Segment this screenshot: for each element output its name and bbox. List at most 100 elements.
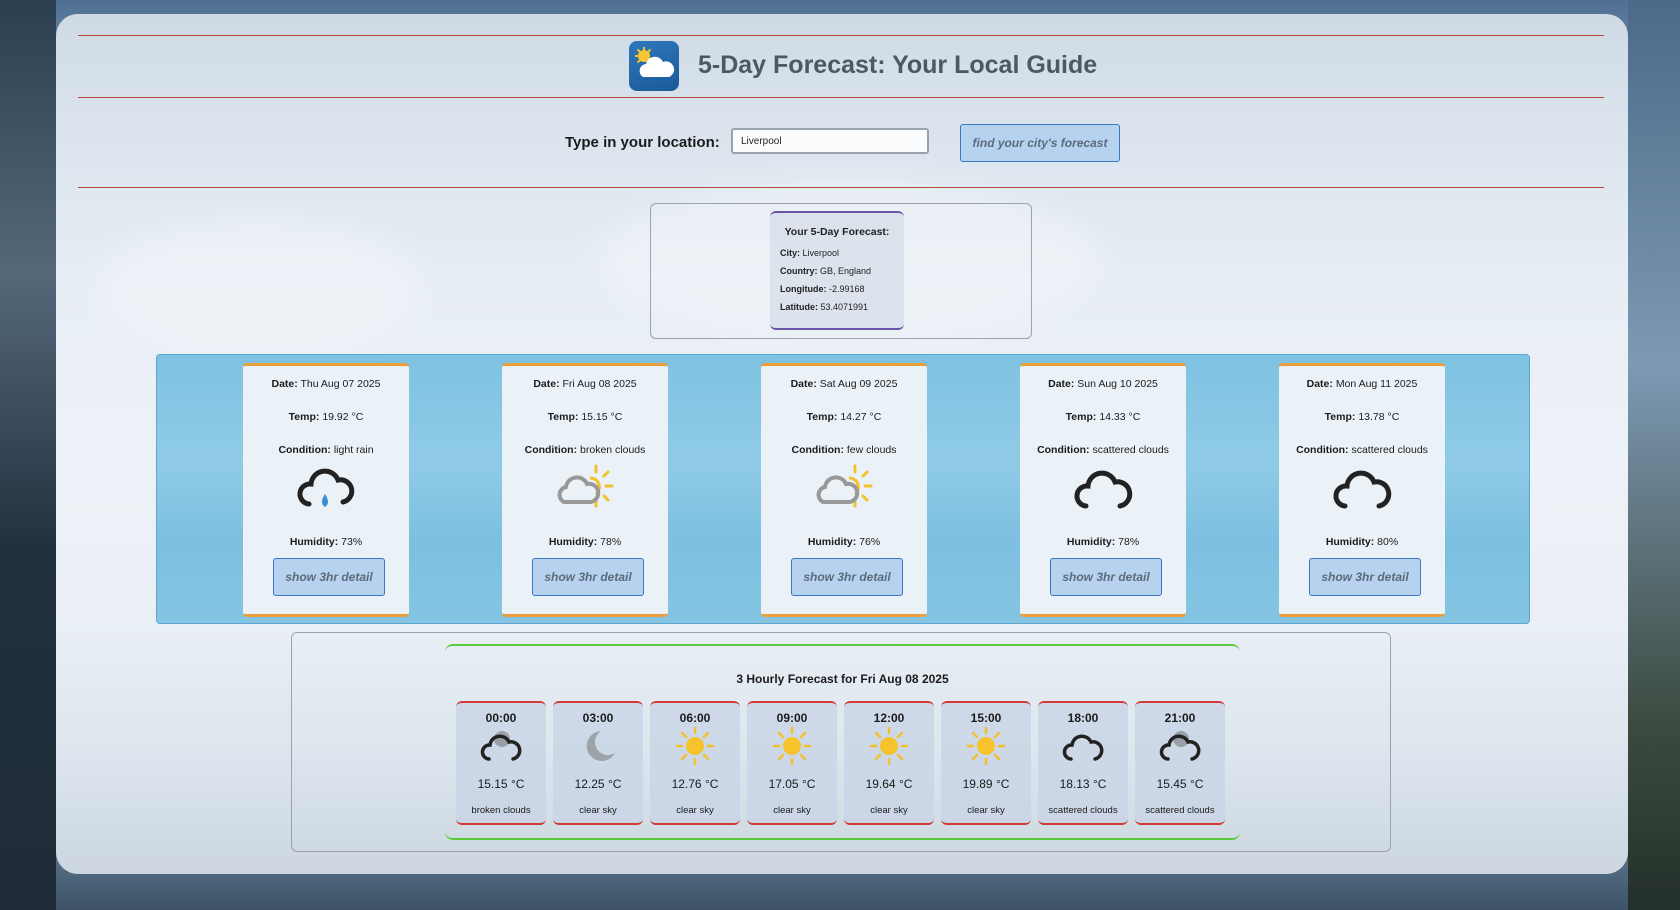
main-panel: 5-Day Forecast: Your Local Guide Type in… bbox=[56, 14, 1628, 874]
hour-condition: clear sky bbox=[773, 805, 811, 816]
day-humidity: Humidity: 73% bbox=[289, 536, 363, 548]
hour-card: 00:00 15.15 °C broken clouds bbox=[456, 701, 546, 825]
hour-time: 18:00 bbox=[1067, 711, 1099, 725]
hour-time: 09:00 bbox=[776, 711, 808, 725]
day-card: Date: Sun Aug 10 2025 Temp: 14.33 °C Con… bbox=[1020, 363, 1186, 617]
background-trees-right bbox=[1628, 0, 1680, 910]
sun-icon bbox=[966, 727, 1006, 765]
hour-temp: 12.25 °C bbox=[574, 777, 622, 791]
hour-temp: 17.05 °C bbox=[768, 777, 816, 791]
hour-temp: 19.64 °C bbox=[865, 777, 913, 791]
show-3hr-detail-button[interactable]: show 3hr detail bbox=[273, 558, 385, 596]
cloud-outline-icon bbox=[1074, 470, 1133, 509]
day-condition: Condition: few clouds bbox=[791, 444, 897, 456]
day-temp: Temp: 15.15 °C bbox=[547, 411, 623, 423]
hour-temp: 18.13 °C bbox=[1059, 777, 1107, 791]
partly-cloudy-sun-icon bbox=[629, 41, 679, 91]
hour-temp: 12.76 °C bbox=[671, 777, 719, 791]
cloud-dark-icon bbox=[1159, 731, 1201, 761]
hour-card: 03:00 12.25 °C clear sky bbox=[553, 701, 643, 825]
hour-time: 15:00 bbox=[970, 711, 1002, 725]
latitude-value: 53.4071991 bbox=[820, 302, 869, 312]
day-condition: Condition: scattered clouds bbox=[1296, 444, 1428, 456]
hourly-forecast: 3 Hourly Forecast for Fri Aug 08 2025 00… bbox=[445, 644, 1240, 840]
hour-card: 09:00 17.05 °C clear sky bbox=[747, 701, 837, 825]
country-row: Country: GB, England bbox=[780, 266, 872, 276]
day-card: Date: Fri Aug 08 2025 Temp: 15.15 °C Con… bbox=[502, 363, 668, 617]
day-condition: Condition: broken clouds bbox=[524, 444, 646, 456]
hour-temp: 15.45 °C bbox=[1156, 777, 1204, 791]
show-3hr-detail-button[interactable]: show 3hr detail bbox=[791, 558, 903, 596]
day-card: Date: Thu Aug 07 2025 Temp: 19.92 °C Con… bbox=[243, 363, 409, 617]
show-3hr-detail-button[interactable]: show 3hr detail bbox=[532, 558, 644, 596]
cloud-sun-icon bbox=[557, 464, 614, 508]
day-date: Date: Fri Aug 08 2025 bbox=[533, 378, 637, 390]
find-forecast-button[interactable]: find your city's forecast bbox=[960, 124, 1120, 162]
country-value: GB, England bbox=[820, 266, 872, 276]
hourly-title: 3 Hourly Forecast for Fri Aug 08 2025 bbox=[736, 672, 949, 686]
location-info-frame: Your 5-Day Forecast: City: Liverpool Cou… bbox=[650, 203, 1032, 339]
hour-card: 06:00 12.76 °C clear sky bbox=[650, 701, 740, 825]
day-date: Date: Sun Aug 10 2025 bbox=[1048, 378, 1158, 390]
hour-temp: 15.15 °C bbox=[477, 777, 525, 791]
hour-time: 00:00 bbox=[485, 711, 517, 725]
day-temp: Temp: 14.27 °C bbox=[806, 411, 882, 423]
hour-card: 21:00 15.45 °C scattered clouds bbox=[1135, 701, 1225, 825]
location-info-heading: Your 5-Day Forecast: bbox=[784, 226, 890, 238]
location-label: Type in your location: bbox=[565, 134, 720, 151]
page-title: 5-Day Forecast: Your Local Guide bbox=[698, 51, 1098, 79]
day-date: Date: Mon Aug 11 2025 bbox=[1306, 378, 1418, 390]
five-day-forecast: Date: Thu Aug 07 2025 Temp: 19.92 °C Con… bbox=[156, 354, 1530, 624]
day-humidity: Humidity: 80% bbox=[1325, 536, 1399, 548]
cloud-outline-icon bbox=[1062, 734, 1104, 761]
day-temp: Temp: 13.78 °C bbox=[1324, 411, 1400, 423]
city-value: Liverpool bbox=[802, 248, 840, 258]
day-humidity: Humidity: 78% bbox=[1066, 536, 1140, 548]
hourly-forecast-frame: 3 Hourly Forecast for Fri Aug 08 2025 00… bbox=[291, 632, 1391, 852]
hour-condition: clear sky bbox=[967, 805, 1005, 816]
latitude-row: Latitude: 53.4071991 bbox=[780, 302, 869, 312]
hour-card: 12:00 19.64 °C clear sky bbox=[844, 701, 934, 825]
hour-temp: 19.89 °C bbox=[962, 777, 1010, 791]
day-date: Date: Thu Aug 07 2025 bbox=[271, 378, 381, 390]
sun-icon bbox=[869, 727, 909, 765]
day-card: Date: Sat Aug 09 2025 Temp: 14.27 °C Con… bbox=[761, 363, 927, 617]
hour-condition: scattered clouds bbox=[1048, 805, 1118, 816]
day-temp: Temp: 19.92 °C bbox=[288, 411, 364, 423]
show-3hr-detail-button[interactable]: show 3hr detail bbox=[1050, 558, 1162, 596]
background-trees-left bbox=[0, 0, 56, 910]
hour-time: 06:00 bbox=[679, 711, 711, 725]
city-row: City: Liverpool bbox=[780, 248, 840, 258]
hour-condition: scattered clouds bbox=[1145, 805, 1215, 816]
day-humidity: Humidity: 78% bbox=[548, 536, 622, 548]
header: 5-Day Forecast: Your Local Guide bbox=[78, 36, 1604, 98]
hour-time: 12:00 bbox=[873, 711, 905, 725]
cloud-rain-icon bbox=[297, 468, 355, 507]
longitude-row: Longitude: -2.99168 bbox=[780, 284, 865, 294]
moon-icon bbox=[586, 731, 615, 761]
show-3hr-detail-button[interactable]: show 3hr detail bbox=[1309, 558, 1421, 596]
hour-condition: broken clouds bbox=[471, 805, 531, 816]
day-condition: Condition: scattered clouds bbox=[1037, 444, 1169, 456]
hour-card: 18:00 18.13 °C scattered clouds bbox=[1038, 701, 1128, 825]
hour-time: 21:00 bbox=[1164, 711, 1196, 725]
sun-icon bbox=[675, 727, 715, 765]
day-date: Date: Sat Aug 09 2025 bbox=[790, 378, 898, 390]
cloud-sun-icon bbox=[816, 464, 873, 508]
day-humidity: Humidity: 76% bbox=[807, 536, 881, 548]
hour-time: 03:00 bbox=[582, 711, 614, 725]
hour-condition: clear sky bbox=[870, 805, 908, 816]
sun-icon bbox=[772, 727, 812, 765]
day-temp: Temp: 14.33 °C bbox=[1065, 411, 1141, 423]
day-card: Date: Mon Aug 11 2025 Temp: 13.78 °C Con… bbox=[1279, 363, 1445, 617]
cloud-outline-icon bbox=[1333, 470, 1392, 509]
day-condition: Condition: light rain bbox=[278, 444, 374, 456]
search-rule bbox=[78, 187, 1604, 188]
longitude-value: -2.99168 bbox=[829, 284, 865, 294]
location-input[interactable] bbox=[731, 128, 929, 154]
hour-card: 15:00 19.89 °C clear sky bbox=[941, 701, 1031, 825]
cloud-dark-icon bbox=[480, 731, 522, 761]
hour-condition: clear sky bbox=[579, 805, 617, 816]
hour-condition: clear sky bbox=[676, 805, 714, 816]
location-info-card: Your 5-Day Forecast: City: Liverpool Cou… bbox=[770, 211, 904, 330]
